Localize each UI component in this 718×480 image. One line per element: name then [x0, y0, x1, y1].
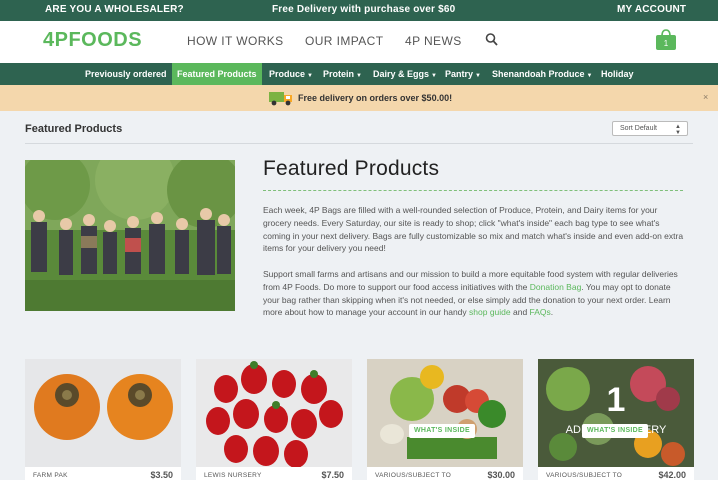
- product-source: VARIOUS/SUBJECT TO: [546, 472, 623, 479]
- shop-guide-link[interactable]: shop guide: [469, 307, 511, 317]
- product-price: $42.00: [658, 470, 686, 480]
- donation-bag-link[interactable]: Donation Bag: [530, 282, 582, 292]
- free-delivery-notice: Free Delivery with purchase over $60: [272, 4, 456, 15]
- overlay-number: 1: [607, 381, 626, 419]
- product-card[interactable]: 1 ADD-ON DELIVERY WHAT'S INSIDE VARIOUS/…: [538, 359, 694, 480]
- cat-protein[interactable]: Protein ▼: [323, 63, 362, 85]
- wholesaler-link[interactable]: ARE YOU A WHOLESALER?: [45, 4, 184, 15]
- site-logo[interactable]: 4PFOODS: [43, 29, 142, 52]
- featured-products-heading: Featured Products: [263, 157, 440, 180]
- chevron-down-icon: ▼: [356, 73, 362, 79]
- product-card[interactable]: FARM PAK $3.50: [25, 359, 181, 480]
- cart-count: 1: [664, 39, 669, 48]
- divider: [25, 143, 693, 144]
- chevron-down-icon: ▲ ▼: [675, 124, 681, 136]
- product-source: FARM PAK: [33, 472, 68, 479]
- faqs-link[interactable]: FAQs: [530, 307, 551, 317]
- cat-featured-products[interactable]: Featured Products: [172, 63, 262, 85]
- whats-inside-button[interactable]: WHAT'S INSIDE: [409, 424, 475, 438]
- chevron-down-icon: ▼: [586, 73, 593, 79]
- product-card[interactable]: WHAT'S INSIDE VARIOUS/SUBJECT TO $30.00: [367, 359, 523, 480]
- intro-text: and: [510, 307, 530, 318]
- sort-select[interactable]: Sort Default ▲ ▼: [612, 121, 688, 136]
- shopping-bag-icon[interactable]: 1: [655, 29, 677, 51]
- chevron-down-icon: ▼: [307, 73, 313, 79]
- intro-paragraph-1: Each week, 4P Bags are filled with a wel…: [263, 205, 684, 254]
- category-nav: Previously ordered Featured Products Pro…: [0, 63, 718, 85]
- chevron-down-icon: ▼: [475, 73, 481, 79]
- cat-previously-ordered[interactable]: Previously ordered: [85, 63, 167, 85]
- cat-produce[interactable]: Produce ▼: [269, 63, 313, 85]
- cat-pantry[interactable]: Pantry ▼: [445, 63, 481, 85]
- intro-paragraph-2: Support small farms and artisans and our…: [263, 268, 688, 319]
- site-header: 4PFOODS HOW IT WORKS OUR IMPACT 4P NEWS …: [0, 21, 718, 63]
- heading-underline: [263, 190, 683, 191]
- product-source: LEWIS NURSERY: [204, 472, 262, 479]
- promo-text: Free delivery on orders over $50.00!: [298, 93, 453, 103]
- sort-select-value: Sort Default: [620, 125, 657, 132]
- cat-holiday[interactable]: Holiday: [601, 63, 634, 85]
- intro-text: .: [550, 307, 554, 318]
- chevron-down-icon: ▼: [431, 73, 437, 79]
- product-image: [25, 359, 181, 467]
- whats-inside-button[interactable]: WHAT'S INSIDE: [582, 424, 648, 438]
- nav-4p-news[interactable]: 4P NEWS: [405, 34, 462, 48]
- product-price: $30.00: [487, 470, 515, 480]
- product-price: $3.50: [150, 470, 173, 480]
- cat-dairy-eggs[interactable]: Dairy & Eggs ▼: [373, 63, 437, 85]
- nav-our-impact[interactable]: OUR IMPACT: [305, 34, 383, 48]
- nav-how-it-works[interactable]: HOW IT WORKS: [187, 34, 284, 48]
- delivery-truck-icon: [269, 92, 292, 106]
- cat-shenandoah-produce[interactable]: Shenandoah Produce ▼: [492, 63, 592, 85]
- product-card[interactable]: LEWIS NURSERY $7.50: [196, 359, 352, 480]
- my-account-link[interactable]: MY ACCOUNT: [617, 4, 686, 15]
- product-image: 1 ADD-ON DELIVERY: [538, 359, 694, 467]
- promo-banner: Free delivery on orders over $50.00! ×: [0, 85, 718, 111]
- close-icon[interactable]: ×: [703, 92, 708, 102]
- search-icon[interactable]: [485, 32, 499, 48]
- product-source: VARIOUS/SUBJECT TO: [375, 472, 452, 479]
- product-price: $7.50: [321, 470, 344, 480]
- product-image: [196, 359, 352, 467]
- team-photo: [25, 160, 235, 311]
- top-announcement-bar: ARE YOU A WHOLESALER? Free Delivery with…: [0, 0, 718, 21]
- product-image: [367, 359, 523, 467]
- page-title: Featured Products: [25, 123, 123, 135]
